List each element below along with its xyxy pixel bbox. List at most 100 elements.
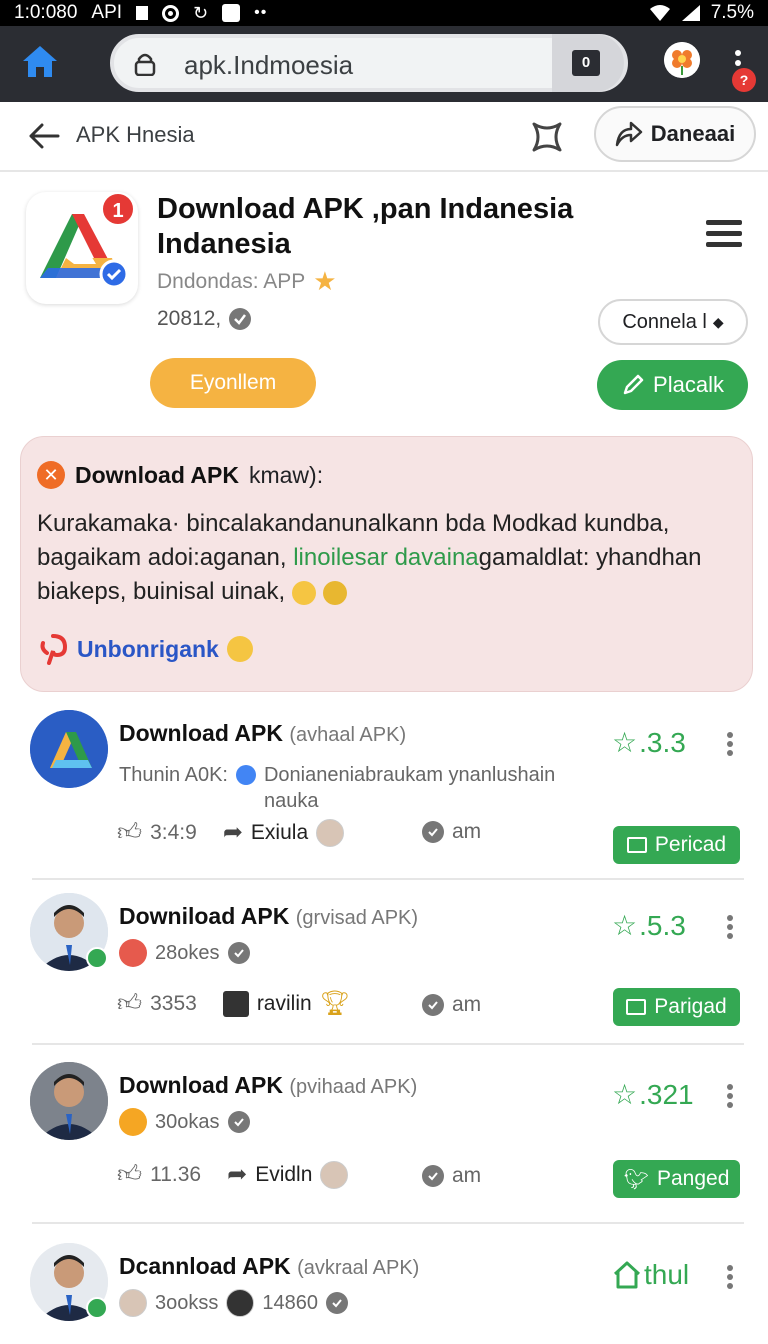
item-tag-label: Panged bbox=[656, 1167, 730, 1190]
browser-toolbar: apk.Indmoesia 0 ? bbox=[0, 26, 768, 102]
item-subtitle: 3ookss 14860 bbox=[119, 1289, 599, 1317]
item-more-button[interactable] bbox=[727, 1084, 735, 1110]
header-download-button[interactable]: Daneaai bbox=[594, 106, 756, 162]
check-icon bbox=[227, 1111, 250, 1133]
share-arrow-icon bbox=[615, 121, 643, 147]
triangle-logo-icon bbox=[119, 939, 147, 967]
yellow-action-button[interactable]: Eyonllem bbox=[150, 358, 316, 408]
menu-badge: ? bbox=[732, 68, 756, 92]
notice-link[interactable]: Unbonrigank bbox=[37, 633, 253, 665]
notice-heading-text: Download APK bbox=[75, 461, 239, 488]
list-item[interactable]: Download APK (avhaal APK) Thunin A0K: Do… bbox=[0, 710, 768, 880]
list-item[interactable]: Downiload APK (grvisad APK) 28okes ☆ .5.… bbox=[0, 893, 768, 1045]
thumbs-up-icon[interactable]: 👍︎ bbox=[117, 990, 142, 1018]
item-tag-label: Pericad bbox=[654, 833, 727, 856]
smile-emoji-icon bbox=[291, 580, 316, 605]
item-rating: thul bbox=[612, 1259, 689, 1291]
drive-logo-icon bbox=[30, 710, 108, 788]
check-icon bbox=[422, 994, 444, 1016]
share-icon[interactable]: ➦ bbox=[227, 1160, 247, 1189]
item-share-label: Evidln bbox=[255, 1162, 313, 1186]
item-subtitle: Thunin A0K: Donianeniabraukam ynanlushai… bbox=[119, 762, 599, 814]
item-title-text: Download APK bbox=[119, 1072, 283, 1098]
page-header: APK Hnesia Daneaai bbox=[0, 102, 768, 172]
mini-avatar bbox=[320, 1160, 349, 1189]
house-outline-icon bbox=[613, 1261, 641, 1289]
item-am: am bbox=[422, 1164, 481, 1188]
connect-button[interactable]: Connela l ◆ bbox=[598, 299, 748, 345]
item-title-sub: (grvisad APK) bbox=[295, 907, 419, 929]
check-icon bbox=[422, 821, 444, 843]
sync-icon: ↻ bbox=[193, 2, 209, 23]
star-outline-icon: ☆ bbox=[612, 727, 638, 758]
profile-avatar[interactable] bbox=[664, 42, 700, 78]
lock-icon bbox=[134, 53, 156, 76]
item-sub-text: Donianeniabraukam ynanlushain nauka bbox=[263, 764, 556, 812]
share-icon[interactable]: ➦ bbox=[223, 818, 243, 847]
trophy-icon: 🏆︎ bbox=[319, 990, 351, 1017]
list-item[interactable]: Download APK (pvihaad APK) 30okas ☆ .321… bbox=[0, 1062, 768, 1224]
item-likes: 3353 bbox=[150, 991, 197, 1015]
lemon-emoji-icon bbox=[322, 580, 347, 605]
thumbs-up-icon[interactable]: 👍︎ bbox=[117, 1161, 142, 1189]
url-text[interactable]: apk.Indmoesia bbox=[184, 50, 353, 81]
notice-card: ✕ Download APK kmaw): Kurakamaka· bincal… bbox=[20, 436, 753, 692]
box-icon[interactable] bbox=[222, 990, 249, 1017]
item-logo bbox=[30, 710, 108, 788]
item-title: Download APK (avhaal APK) bbox=[119, 720, 406, 747]
connect-label: Connela l bbox=[622, 310, 707, 333]
notice-body: Kurakamaka· bincalakandanunalkann bda Mo… bbox=[37, 507, 737, 609]
item-more-button[interactable] bbox=[727, 732, 735, 758]
wifi-icon bbox=[649, 5, 670, 21]
item-tag-button[interactable]: Pericad bbox=[613, 826, 740, 864]
item-sub-text-2: 14860 bbox=[262, 1292, 318, 1314]
twitter-bird-icon: 🐦︎ bbox=[623, 1168, 649, 1191]
person-avatar-icon bbox=[30, 1062, 108, 1140]
item-more-button[interactable] bbox=[727, 1265, 735, 1291]
puzzle-icon[interactable] bbox=[528, 118, 566, 156]
item-tag-button[interactable]: 🐦︎ Panged bbox=[613, 1160, 740, 1198]
thumbs-up-icon[interactable]: 👍︎ bbox=[117, 819, 142, 847]
mini-avatar bbox=[226, 1289, 255, 1317]
record-icon bbox=[162, 4, 180, 22]
tab-switcher[interactable]: 0 bbox=[552, 34, 624, 92]
item-title-text: Dcannload APK bbox=[119, 1253, 291, 1279]
tab-count: 0 bbox=[572, 50, 600, 76]
item-likes: 3:4:9 bbox=[150, 820, 197, 844]
app-developer: Dndondas: APP ★ bbox=[157, 266, 337, 297]
divider bbox=[32, 1222, 744, 1224]
item-subtitle: 28okes bbox=[119, 939, 599, 967]
smile-icon bbox=[226, 636, 253, 662]
item-tag-button[interactable]: Parigad bbox=[613, 988, 740, 1026]
item-more-button[interactable] bbox=[727, 915, 735, 941]
back-arrow-icon[interactable] bbox=[28, 122, 60, 150]
status-carrier: API bbox=[91, 2, 123, 23]
app-meta-text: 20812, bbox=[157, 307, 222, 330]
item-rating: ☆ .3.3 bbox=[612, 726, 686, 759]
item-rating-value: .3.3 bbox=[639, 726, 686, 758]
pencil-icon bbox=[623, 374, 644, 395]
page-title: APK Hnesia bbox=[76, 122, 195, 147]
hamburger-menu-icon[interactable] bbox=[706, 220, 742, 248]
orange-logo-icon bbox=[119, 1108, 147, 1136]
list-item[interactable]: Dcannload APK (avkraal APK) 3ookss 14860… bbox=[0, 1243, 768, 1344]
divider bbox=[32, 1043, 744, 1045]
star-outline-icon: ☆ bbox=[612, 1079, 638, 1110]
item-am: am bbox=[422, 993, 481, 1017]
item-am: am bbox=[422, 820, 481, 844]
check-icon bbox=[326, 1292, 348, 1314]
star-outline-icon: ☆ bbox=[612, 910, 638, 941]
address-bar[interactable]: apk.Indmoesia 0 bbox=[110, 34, 628, 92]
home-button[interactable] bbox=[20, 42, 60, 82]
green-action-button[interactable]: Placalk bbox=[597, 360, 748, 410]
item-title-text: Downiload APK bbox=[119, 903, 290, 929]
pinterest-icon bbox=[40, 634, 68, 665]
divider bbox=[32, 878, 744, 880]
mini-avatar bbox=[316, 818, 345, 847]
item-am-text: am bbox=[452, 1164, 482, 1187]
item-likes: 11.36 bbox=[150, 1162, 202, 1186]
notice-body-link[interactable]: linoilesar davaina bbox=[293, 544, 478, 571]
close-circle-icon[interactable]: ✕ bbox=[37, 461, 65, 489]
item-title-sub: (avhaal APK) bbox=[289, 724, 407, 746]
status-bar: 1:0:080 API ↻ •• 7.5% bbox=[0, 0, 768, 26]
